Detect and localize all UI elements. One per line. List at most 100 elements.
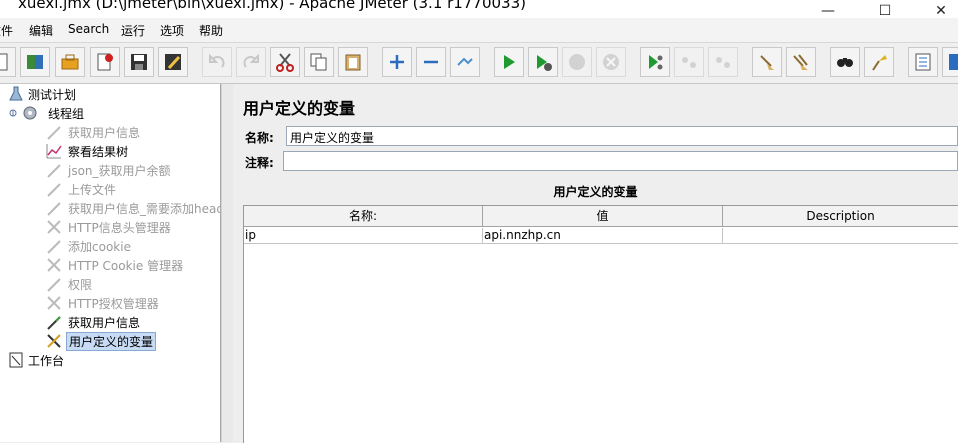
tree-node-sampler[interactable]: 获取用户信息_需要添加header bbox=[46, 199, 221, 217]
start-icon bbox=[504, 55, 515, 69]
start-button[interactable] bbox=[494, 47, 524, 77]
reset-search-icon bbox=[872, 55, 887, 71]
cut-icon bbox=[276, 53, 294, 72]
column-header-value[interactable]: 值 bbox=[483, 206, 723, 227]
open-button[interactable] bbox=[55, 47, 85, 77]
table-title: 用户定义的变量 bbox=[553, 185, 638, 199]
tree-node-sampler[interactable]: 获取用户信息 bbox=[46, 123, 220, 141]
tree-node-sampler[interactable]: 添加cookie bbox=[46, 237, 220, 255]
panel-title: 用户定义的变量 bbox=[243, 99, 356, 118]
menu-help[interactable]: 帮助 bbox=[199, 22, 223, 39]
tree-node-thread-group[interactable]: 线程组 bbox=[8, 104, 218, 122]
new-file-icon bbox=[0, 53, 8, 71]
clear-button[interactable] bbox=[752, 47, 782, 77]
save-button[interactable] bbox=[124, 47, 154, 77]
tree-node-sampler[interactable]: json_获取用户余额 bbox=[46, 161, 220, 179]
function-helper-icon bbox=[915, 53, 931, 71]
undo-icon bbox=[209, 53, 225, 68]
start-no-pause-icon bbox=[537, 55, 552, 71]
column-header-description[interactable]: Description bbox=[723, 206, 958, 227]
clear-icon bbox=[760, 55, 774, 70]
tree-node-label: HTTP授权管理器 bbox=[68, 297, 159, 311]
menu-file[interactable]: 文件 bbox=[0, 22, 13, 39]
tree-node-label: 察看结果树 bbox=[68, 145, 129, 159]
sampler-icon bbox=[47, 202, 61, 216]
help-button[interactable] bbox=[942, 47, 958, 77]
tree-node-workbench[interactable]: 工作台 bbox=[8, 351, 208, 369]
help-icon bbox=[949, 54, 958, 70]
config-element-icon bbox=[47, 296, 61, 310]
save-as-icon bbox=[165, 54, 181, 70]
name-label: 名称: bbox=[245, 131, 274, 145]
reset-search-button[interactable] bbox=[864, 47, 894, 77]
clear-all-button[interactable] bbox=[786, 47, 816, 77]
comment-field[interactable] bbox=[283, 151, 958, 171]
tree-node-config-element[interactable]: HTTP信息头管理器 bbox=[46, 218, 220, 236]
tree-node-config-element[interactable]: HTTP授权管理器 bbox=[46, 294, 220, 312]
paste-icon bbox=[345, 54, 361, 71]
tree-node-config-element[interactable]: HTTP Cookie 管理器 bbox=[46, 256, 220, 274]
search-button[interactable] bbox=[830, 47, 860, 77]
tree-node-label: 线程组 bbox=[48, 107, 85, 121]
name-field[interactable]: 用户定义的变量 bbox=[286, 126, 958, 146]
tree-node-label: 上传文件 bbox=[68, 183, 117, 197]
tree-node-sampler[interactable]: 上传文件 bbox=[46, 180, 220, 198]
stop-button[interactable] bbox=[562, 47, 592, 77]
open-icon bbox=[61, 54, 79, 70]
function-helper-button[interactable] bbox=[908, 47, 938, 77]
cut-button[interactable] bbox=[270, 47, 300, 77]
tree-node-sampler[interactable]: 获取用户信息 bbox=[46, 313, 220, 331]
title-bar: xuexi.jmx (D:\jmeter\bin\xuexi.jmx) - Ap… bbox=[0, 0, 958, 19]
collapse-button[interactable] bbox=[416, 47, 446, 77]
new-button[interactable] bbox=[0, 47, 16, 77]
menu-run[interactable]: 运行 bbox=[121, 22, 145, 39]
tree-node-label: 添加cookie bbox=[68, 240, 131, 254]
close-file-button[interactable] bbox=[90, 47, 120, 77]
expand-button[interactable] bbox=[382, 47, 412, 77]
tree-node-test-plan[interactable]: 测试计划 bbox=[8, 85, 208, 103]
toggle-button[interactable] bbox=[450, 47, 480, 77]
expand-icon bbox=[390, 55, 404, 69]
menu-edit[interactable]: 编辑 bbox=[29, 22, 53, 39]
cell-name[interactable]: ip bbox=[244, 228, 483, 244]
thread-group-icon bbox=[23, 106, 37, 120]
paste-button[interactable] bbox=[338, 47, 368, 77]
tree-node-label: 获取用户信息_需要添加header bbox=[68, 202, 221, 216]
config-element-icon bbox=[47, 258, 61, 272]
tree-node-sampler[interactable]: 权限 bbox=[46, 275, 220, 293]
clear-all-icon bbox=[793, 54, 808, 70]
close-file-icon bbox=[97, 53, 113, 71]
shutdown-button[interactable] bbox=[596, 47, 626, 77]
sampler-icon bbox=[47, 164, 61, 178]
tree-node-label: 工作台 bbox=[28, 354, 65, 368]
save-as-button[interactable] bbox=[158, 47, 188, 77]
listener-icon bbox=[46, 144, 62, 159]
tree-node-label: 获取用户信息 bbox=[68, 316, 141, 330]
tree-expand-handle-icon[interactable] bbox=[8, 108, 18, 118]
templates-icon bbox=[27, 55, 43, 69]
search-icon bbox=[837, 58, 853, 67]
remote-stop-button[interactable] bbox=[674, 47, 704, 77]
remote-shutdown-button[interactable] bbox=[708, 47, 738, 77]
remote-shutdown-icon bbox=[716, 57, 730, 68]
remote-start-button[interactable] bbox=[640, 47, 670, 77]
start-no-pause-button[interactable] bbox=[528, 47, 558, 77]
cell-value[interactable]: api.nnzhp.cn bbox=[483, 228, 723, 244]
menu-options[interactable]: 选项 bbox=[160, 22, 184, 39]
copy-button[interactable] bbox=[304, 47, 334, 77]
toggle-icon bbox=[457, 57, 473, 66]
tree-node-listener[interactable]: 察看结果树 bbox=[46, 142, 220, 160]
config-element-icon bbox=[47, 334, 61, 348]
shutdown-icon bbox=[603, 54, 619, 70]
cell-description[interactable] bbox=[723, 228, 958, 244]
tree-node-label: HTTP信息头管理器 bbox=[68, 221, 171, 235]
redo-button[interactable] bbox=[236, 47, 266, 77]
undo-button[interactable] bbox=[202, 47, 232, 77]
templates-button[interactable] bbox=[20, 47, 50, 77]
menu-search[interactable]: Search bbox=[68, 22, 109, 36]
column-header-name[interactable]: 名称: bbox=[244, 206, 483, 227]
remote-start-icon bbox=[649, 55, 663, 70]
toolbar bbox=[0, 43, 958, 84]
tree-node-user-defined-variables[interactable]: 用户定义的变量 bbox=[46, 332, 220, 351]
variables-table: 名称: 值 Description ip api.nnzhp.cn bbox=[243, 205, 958, 443]
